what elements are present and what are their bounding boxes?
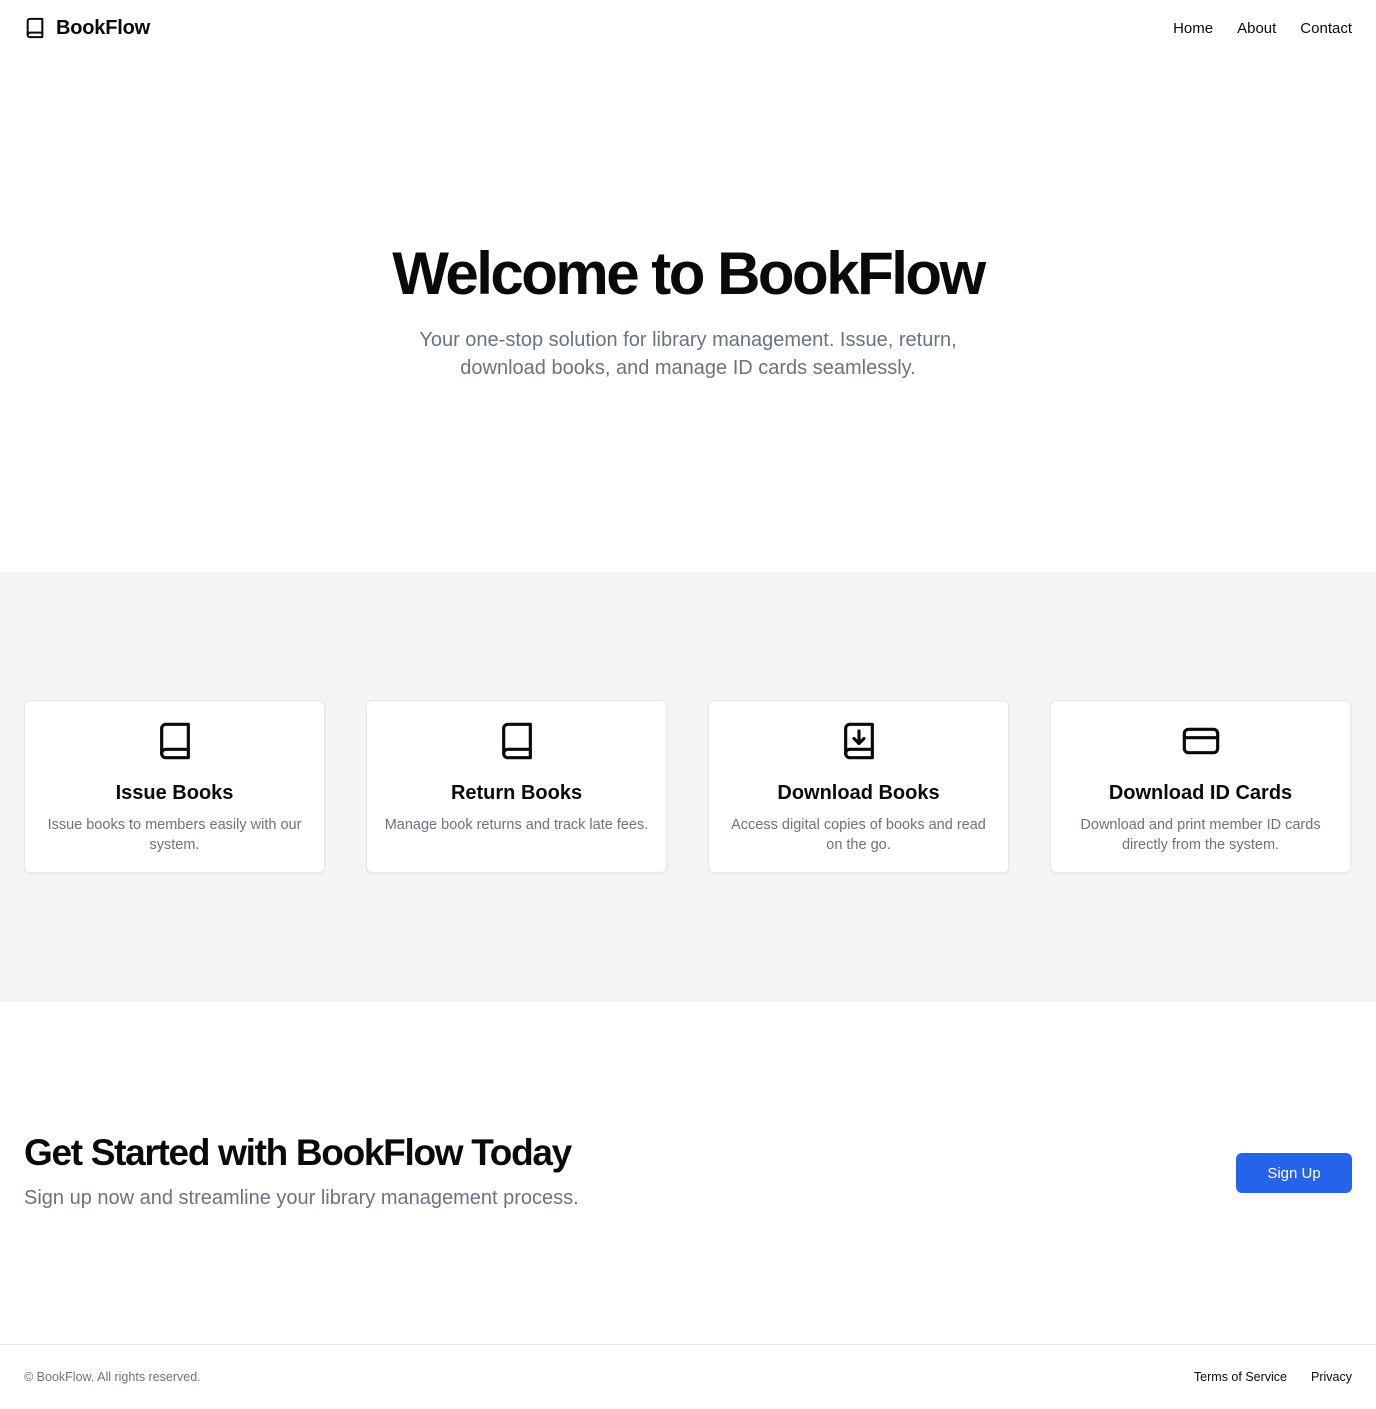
site-footer: © BookFlow. All rights reserved. Terms o…	[0, 1344, 1376, 1409]
feature-card-title: Download Books	[777, 782, 940, 804]
page: BookFlow Home About Contact Welcome to B…	[0, 0, 1376, 1409]
brand-name: BookFlow	[56, 16, 150, 39]
book-icon	[155, 718, 195, 764]
feature-card-return-books: Return Books Manage book returns and tra…	[366, 700, 667, 873]
book-icon	[24, 16, 46, 40]
features-section: Issue Books Issue books to members easil…	[0, 572, 1376, 1002]
id-card-icon	[1181, 718, 1221, 764]
feature-card-description: Access digital copies of books and read …	[731, 817, 986, 853]
site-header: BookFlow Home About Contact	[0, 0, 1376, 56]
nav-link-contact[interactable]: Contact	[1300, 20, 1352, 37]
cta-section: Get Started with BookFlow Today Sign up …	[0, 1002, 1376, 1344]
brand-link[interactable]: BookFlow	[24, 16, 150, 40]
feature-card-title: Download ID Cards	[1108, 782, 1293, 804]
feature-card-download-id-cards: Download ID Cards Download and print mem…	[1050, 700, 1351, 873]
nav-link-about[interactable]: About	[1237, 20, 1276, 37]
nav-link-home[interactable]: Home	[1173, 20, 1213, 37]
feature-cards: Issue Books Issue books to members easil…	[24, 700, 1352, 874]
hero-subtitle: Your one-stop solution for library manag…	[419, 329, 957, 379]
feature-card-title: Issue Books	[115, 782, 234, 804]
hero-section: Welcome to BookFlow Your one-stop soluti…	[0, 56, 1376, 572]
feature-card-title: Return Books	[450, 782, 583, 804]
cta-title: Get Started with BookFlow Today	[24, 1132, 572, 1173]
main-nav: Home About Contact	[1173, 20, 1352, 37]
footer-links: Terms of Service Privacy	[1194, 1370, 1352, 1384]
feature-card-download-books: Download Books Access digital copies of …	[708, 700, 1009, 873]
feature-card-description: Manage book returns and track late fees.	[384, 817, 649, 833]
book-icon	[497, 718, 537, 764]
footer-link-terms[interactable]: Terms of Service	[1194, 1370, 1287, 1384]
cta-subtitle: Sign up now and streamline your library …	[24, 1187, 579, 1209]
sign-up-button[interactable]: Sign Up	[1236, 1153, 1352, 1193]
hero-title: Welcome to BookFlow	[392, 240, 986, 307]
feature-card-description: Download and print member ID cards direc…	[1080, 817, 1321, 853]
copyright-text: © BookFlow. All rights reserved.	[24, 1370, 201, 1384]
feature-card-description: Issue books to members easily with our s…	[47, 817, 302, 853]
book-download-icon	[839, 718, 879, 764]
footer-link-privacy[interactable]: Privacy	[1311, 1370, 1352, 1384]
feature-card-issue-books: Issue Books Issue books to members easil…	[24, 700, 325, 873]
